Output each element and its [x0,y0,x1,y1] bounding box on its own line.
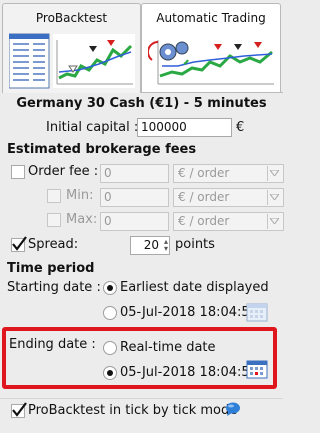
starting-date-label: Starting date : [7,280,101,295]
initial-capital-input[interactable]: 100000 [137,118,232,137]
min-fee-unit-select[interactable]: € / order [173,188,284,207]
chevron-down-icon [267,190,281,205]
start-date-value: 05-Jul-2018 18:04:53 [120,305,258,320]
end-realtime-label: Real-time date [120,340,216,355]
spread-checkbox[interactable] [11,236,27,252]
max-fee-checkbox[interactable] [47,213,61,227]
chevron-down-icon [267,166,281,181]
checkmark-icon [12,236,27,251]
tick-mode-label: ProBacktest in tick by tick mode [28,403,238,418]
min-fee-input[interactable]: 0 [100,188,169,207]
checkmark-icon [12,402,27,417]
time-period-heading: Time period [7,261,95,276]
info-bubble-icon[interactable] [225,402,241,416]
calendar-icon[interactable] [246,302,268,322]
tab-automatic-trading[interactable]: Automatic Trading [141,3,281,93]
max-fee-unit-select[interactable]: € / order [173,212,284,231]
end-date-radio[interactable] [103,366,117,380]
spread-value: 20 [143,238,159,252]
min-fee-checkbox[interactable] [47,189,61,203]
calendar-icon[interactable] [246,359,268,379]
order-fee-unit-value: € / order [178,166,230,180]
max-fee-label: Max: [66,212,98,227]
tick-mode-checkbox[interactable] [11,402,27,418]
min-fee-label: Min: [66,188,94,203]
tab-divider [141,92,283,93]
spinner-arrows-icon[interactable]: ▴ ▾ [164,238,168,253]
order-fee-checkbox[interactable] [11,165,25,179]
tab-automatic-trading-label: Automatic Trading [156,11,266,25]
probacktest-icon [9,33,135,89]
max-fee-input[interactable]: 0 [100,212,169,231]
section-divider [0,398,283,399]
spread-input[interactable]: 20 ▴ ▾ [130,236,170,255]
tab-probacktest[interactable]: ProBacktest [2,3,141,93]
ending-date-label: Ending date : [9,337,96,352]
brokerage-fees-heading: Estimated brokerage fees [7,142,197,157]
instrument-title: Germany 30 Cash (€1) - 5 minutes [16,96,267,111]
start-earliest-radio[interactable] [103,281,117,295]
spread-label: Spread: [28,237,79,252]
initial-capital-label: Initial capital : [46,120,139,135]
start-date-radio[interactable] [103,306,117,320]
order-fee-input[interactable]: 0 [100,164,169,183]
chevron-down-icon [267,214,281,229]
tab-probacktest-label: ProBacktest [35,11,108,25]
end-realtime-radio[interactable] [103,341,117,355]
automatic-trading-icon [148,32,276,88]
order-fee-unit-select[interactable]: € / order [173,164,284,183]
order-fee-label: Order fee : [28,164,99,179]
max-fee-unit-value: € / order [178,214,230,228]
start-earliest-label: Earliest date displayed [120,280,269,295]
spread-unit: points [175,237,215,252]
end-date-value: 05-Jul-2018 18:04:53 [120,365,258,380]
min-fee-unit-value: € / order [178,190,230,204]
currency-symbol: € [236,120,245,135]
